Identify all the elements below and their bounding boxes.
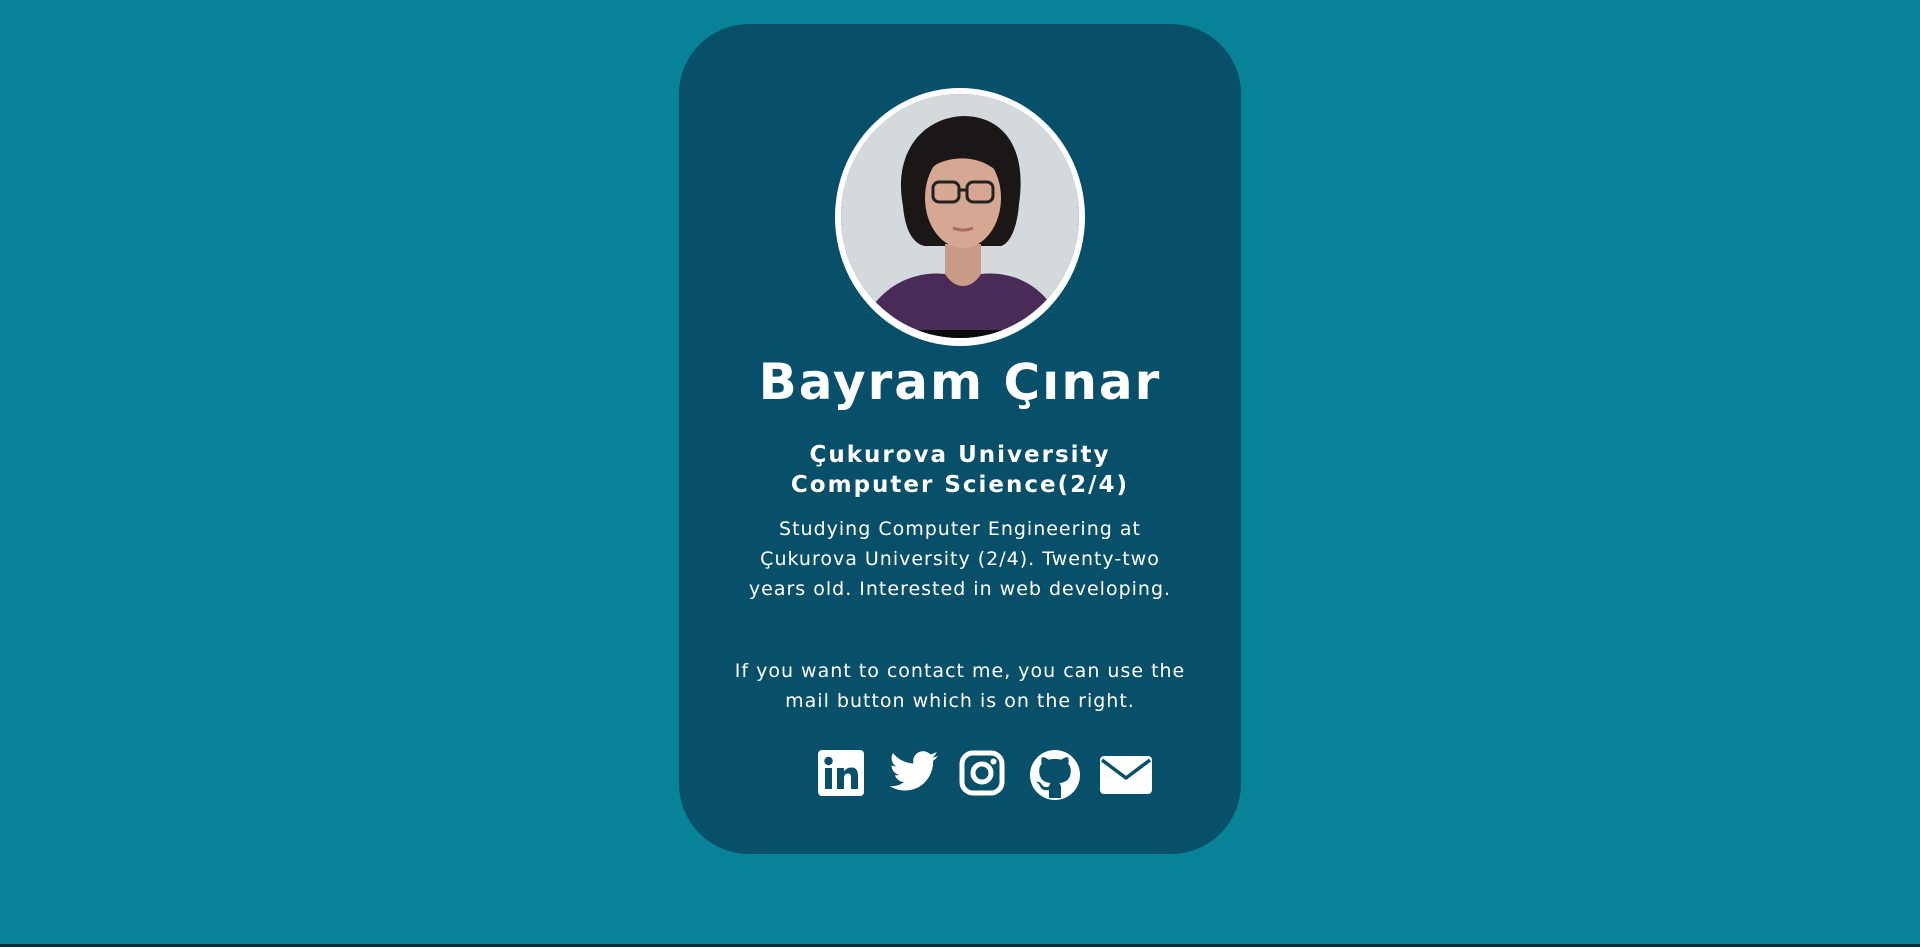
profile-education: Çukurova University Computer Science(2/4… bbox=[679, 440, 1241, 500]
social-links bbox=[679, 750, 1241, 802]
avatar bbox=[841, 94, 1079, 338]
github-icon bbox=[1030, 750, 1080, 800]
linkedin-icon bbox=[818, 750, 864, 796]
mail-icon bbox=[1100, 756, 1152, 794]
instagram-link[interactable] bbox=[959, 750, 1005, 796]
avatar-frame bbox=[835, 88, 1085, 346]
mail-link[interactable] bbox=[1100, 756, 1152, 794]
education-program: Computer Science(2/4) bbox=[790, 472, 1130, 498]
profile-bio: Studying Computer Engineering at Çukurov… bbox=[748, 518, 1172, 600]
contact-note: If you want to contact me, you can use t… bbox=[734, 660, 1186, 712]
twitter-link[interactable] bbox=[887, 750, 939, 796]
twitter-icon bbox=[887, 750, 939, 796]
education-university: Çukurova University bbox=[809, 442, 1111, 468]
instagram-icon bbox=[959, 750, 1005, 796]
linkedin-link[interactable] bbox=[818, 750, 864, 796]
github-link[interactable] bbox=[1030, 750, 1080, 800]
profile-card: Bayram Çınar Çukurova University Compute… bbox=[679, 24, 1241, 854]
profile-name: Bayram Çınar bbox=[758, 353, 1162, 411]
